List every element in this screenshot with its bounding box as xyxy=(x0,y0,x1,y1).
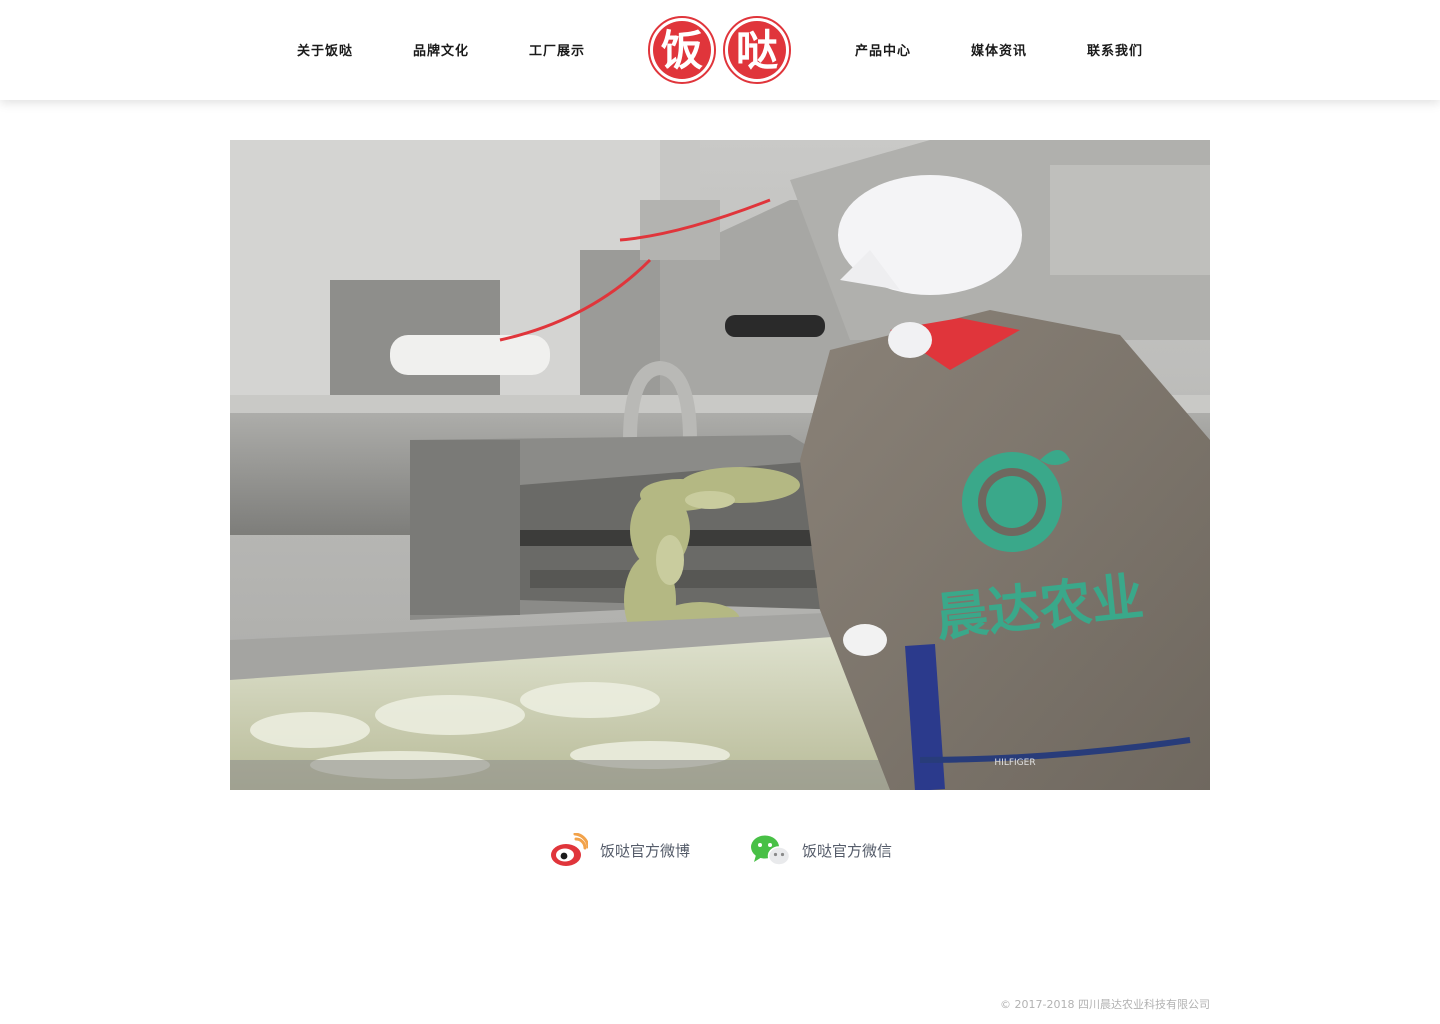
logo-char-2: 哒 xyxy=(736,26,778,75)
factory-photo: 晨达农业 HILFIGER xyxy=(230,140,1210,790)
brand-logo[interactable]: 饭 哒 xyxy=(646,16,794,84)
nav-factory[interactable]: 工厂展示 xyxy=(529,40,585,59)
weibo-link[interactable]: 饭哒官方微博 xyxy=(550,832,690,868)
logo-char-1: 饭 xyxy=(661,26,703,75)
apron-text: HILFIGER xyxy=(994,758,1035,768)
wechat-link[interactable]: 饭哒官方微信 xyxy=(750,832,892,868)
nav-about[interactable]: 关于饭哒 xyxy=(297,40,353,59)
weibo-label: 饭哒官方微博 xyxy=(600,841,691,860)
weibo-icon xyxy=(551,833,588,866)
nav-media[interactable]: 媒体资讯 xyxy=(971,40,1027,59)
nav-products[interactable]: 产品中心 xyxy=(855,40,911,59)
nav-contact[interactable]: 联系我们 xyxy=(1087,40,1143,59)
wechat-icon xyxy=(751,835,790,866)
copyright: © 2017-2018 四川晨达农业科技有限公司 xyxy=(1000,998,1210,1011)
wechat-label: 饭哒官方微信 xyxy=(802,841,893,860)
site-header: 关于饭哒 品牌文化 工厂展示 饭 哒 产品中心 媒体资讯 联系我们 xyxy=(0,0,1440,100)
nav-brand-culture[interactable]: 品牌文化 xyxy=(413,40,469,59)
